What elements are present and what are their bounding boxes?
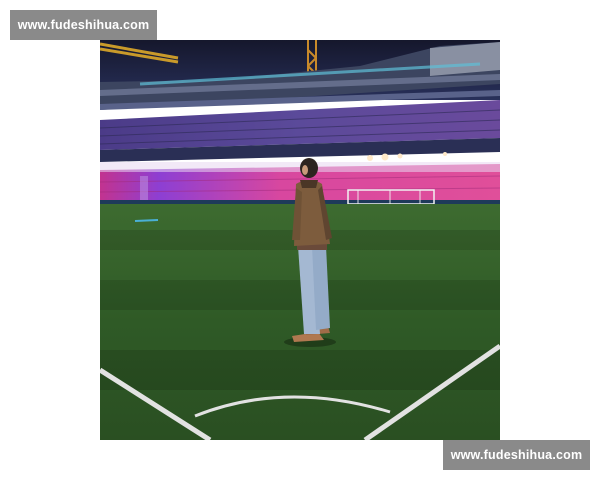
watermark-top: www.fudeshihua.com [10,10,157,40]
stadium-photo [100,40,500,440]
watermark-bottom: www.fudeshihua.com [443,440,590,470]
